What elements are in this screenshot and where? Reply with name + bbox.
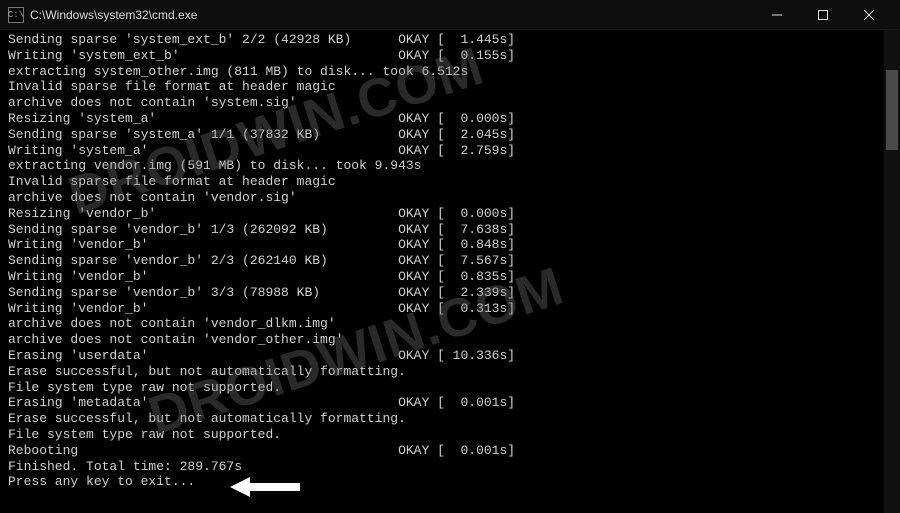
terminal-output[interactable]: Sending sparse 'system_ext_b' 2/2 (42928… <box>0 30 900 513</box>
terminal-line: Erase successful, but not automatically … <box>8 411 892 427</box>
terminal-line: Resizing 'system_a' OKAY [ 0.000s] <box>8 111 892 127</box>
terminal-line: archive does not contain 'vendor_dlkm.im… <box>8 316 892 332</box>
terminal-line: extracting vendor.img (591 MB) to disk..… <box>8 158 892 174</box>
terminal-line: Writing 'system_ext_b' OKAY [ 0.155s] <box>8 48 892 64</box>
terminal-line: Sending sparse 'vendor_b' 3/3 (78988 KB)… <box>8 285 892 301</box>
terminal-line: Writing 'vendor_b' OKAY [ 0.313s] <box>8 301 892 317</box>
terminal-line: Resizing 'vendor_b' OKAY [ 0.000s] <box>8 206 892 222</box>
terminal-line: Sending sparse 'system_ext_b' 2/2 (42928… <box>8 32 892 48</box>
cmd-icon: C:\ <box>8 7 24 23</box>
terminal-line: File system type raw not supported. <box>8 427 892 443</box>
terminal-line: Writing 'vendor_b' OKAY [ 0.835s] <box>8 269 892 285</box>
terminal-line: archive does not contain 'system.sig' <box>8 95 892 111</box>
terminal-line: Rebooting OKAY [ 0.001s] <box>8 443 892 459</box>
vertical-scrollbar[interactable] <box>884 30 900 513</box>
terminal-line: Sending sparse 'system_a' 1/1 (37832 KB)… <box>8 127 892 143</box>
terminal-line: Invalid sparse file format at header mag… <box>8 174 892 190</box>
terminal-line: Erasing 'userdata' OKAY [ 10.336s] <box>8 348 892 364</box>
window-title: C:\Windows\system32\cmd.exe <box>30 8 754 22</box>
window-controls <box>754 0 892 30</box>
terminal-line: File system type raw not supported. <box>8 380 892 396</box>
terminal-line: Finished. Total time: 289.767s <box>8 459 892 475</box>
terminal-line: archive does not contain 'vendor.sig' <box>8 190 892 206</box>
maximize-button[interactable] <box>800 0 846 30</box>
terminal-line: Writing 'vendor_b' OKAY [ 0.848s] <box>8 237 892 253</box>
terminal-line: archive does not contain 'vendor_other.i… <box>8 332 892 348</box>
terminal-line: Invalid sparse file format at header mag… <box>8 79 892 95</box>
terminal-line: Press any key to exit... <box>8 474 892 490</box>
scrollbar-thumb[interactable] <box>886 70 898 150</box>
terminal-line: extracting system_other.img (811 MB) to … <box>8 64 892 80</box>
terminal-line: Sending sparse 'vendor_b' 1/3 (262092 KB… <box>8 222 892 238</box>
terminal-line: Writing 'system_a' OKAY [ 2.759s] <box>8 143 892 159</box>
terminal-line: Erasing 'metadata' OKAY [ 0.001s] <box>8 395 892 411</box>
minimize-button[interactable] <box>754 0 800 30</box>
terminal-line: Erase successful, but not automatically … <box>8 364 892 380</box>
terminal-line: Sending sparse 'vendor_b' 2/3 (262140 KB… <box>8 253 892 269</box>
window-titlebar: C:\ C:\Windows\system32\cmd.exe <box>0 0 900 30</box>
close-button[interactable] <box>846 0 892 30</box>
